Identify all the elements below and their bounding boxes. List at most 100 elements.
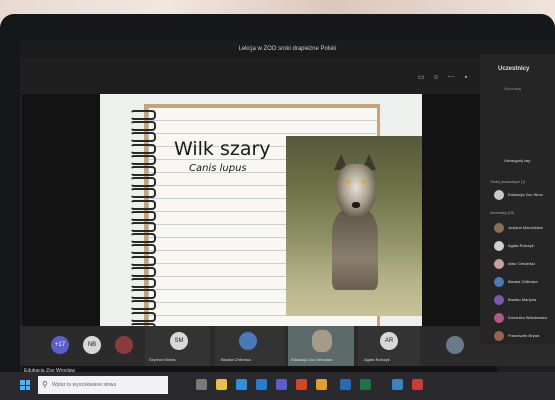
- edge-icon[interactable]: [236, 379, 247, 390]
- avatar: [494, 331, 504, 341]
- participant-list-item[interactable]: Bradko Martyna: [480, 292, 555, 308]
- powerpoint-icon[interactable]: [296, 379, 307, 390]
- wolf-eye: [346, 180, 351, 183]
- participant-tile[interactable]: [440, 326, 470, 366]
- share-invite-button[interactable]: Udostępnij zap: [504, 158, 530, 163]
- participant-list-item[interactable]: Justyna Marcinkiew: [480, 220, 555, 236]
- search-icon: ⚲: [42, 380, 48, 389]
- spiral-ring: [130, 244, 156, 255]
- participant-tile[interactable]: AR Agata Rutczyk: [358, 326, 420, 366]
- slide-subtitle: Canis lupus: [189, 163, 247, 174]
- spiral-ring: [130, 188, 156, 199]
- spiral-ring: [130, 177, 156, 188]
- participant-name: Bradko Martyna: [508, 297, 537, 302]
- taskbar-search-input[interactable]: ⚲ Wpisz tu wyszukiwane słowa: [38, 376, 168, 394]
- avatar: AR: [380, 332, 398, 350]
- spiral-ring: [130, 166, 156, 176]
- avatar: NB: [83, 336, 101, 354]
- spiral-ring: [130, 311, 156, 322]
- participants-strip: +17 NB SM Szymon Motas Bianka Chilinska …: [20, 326, 555, 366]
- windows-start-icon[interactable]: [20, 380, 30, 390]
- participant-name: Bianka Chilinska: [508, 279, 538, 284]
- avatar: [494, 313, 504, 323]
- store-icon[interactable]: [256, 379, 267, 390]
- avatar: [494, 259, 504, 269]
- spiral-ring: [130, 255, 156, 266]
- participant-tile[interactable]: +17: [46, 326, 74, 366]
- spiral-binding: [130, 110, 156, 338]
- spiral-ring: [130, 132, 156, 143]
- participant-name: Agata Rutczyk: [364, 357, 390, 362]
- participant-list-item[interactable]: Bianka Chilinska: [480, 274, 555, 290]
- participant-name: Artur Ciesielski: [508, 261, 535, 266]
- excel-icon[interactable]: [360, 379, 371, 390]
- spiral-ring: [130, 300, 156, 311]
- overflow-count[interactable]: +17: [51, 336, 69, 354]
- wolf-eye: [361, 180, 366, 183]
- spiral-ring: [130, 278, 156, 288]
- people-icon[interactable]: ☺: [432, 74, 440, 82]
- spiral-ring: [130, 222, 156, 232]
- file-explorer-icon[interactable]: [216, 379, 227, 390]
- search-placeholder: Wpisz tu wyszukiwane słowa: [52, 382, 117, 388]
- app-icon[interactable]: [412, 379, 423, 390]
- participant-name: Franciszek Bryws: [508, 333, 540, 338]
- participant-name: Szymon Motas: [149, 357, 176, 362]
- spiral-ring: [130, 199, 156, 210]
- wolf-nose: [352, 202, 360, 208]
- participant-list-item[interactable]: Franciszek Bryws: [480, 328, 555, 344]
- participant-name: Edukacja Zoo Wrocław: [291, 357, 332, 362]
- spiral-ring: [130, 289, 156, 300]
- avatar: [494, 277, 504, 287]
- avatar: [239, 332, 257, 350]
- chat-icon[interactable]: ▭: [417, 74, 425, 82]
- section-attendees: Uczestnicy (23): [490, 211, 515, 215]
- participant-list-item[interactable]: Agata Rutczyk: [480, 238, 555, 254]
- participant-tile[interactable]: NB: [78, 326, 106, 366]
- camera-icon[interactable]: ▪: [462, 74, 470, 82]
- section-presenters: Osoby prowadzące (1): [490, 180, 526, 184]
- avatar: SM: [170, 332, 188, 350]
- panel-search-input[interactable]: Wyszukaj: [504, 86, 521, 91]
- spiral-ring: [130, 233, 156, 244]
- participant-name: Edukacja Zoo Wroc: [508, 192, 543, 197]
- spiral-ring: [130, 266, 156, 277]
- slide: Wilk szary Canis lupus: [100, 94, 422, 341]
- participant-list-item[interactable]: Dominika Wiśniewska: [480, 310, 555, 326]
- mail-icon[interactable]: [392, 379, 403, 390]
- video-person: [312, 330, 332, 352]
- avatar: [446, 336, 464, 354]
- avatar: [494, 223, 504, 233]
- participant-list-item[interactable]: Edukacja Zoo Wroc: [480, 187, 555, 203]
- participant-list-item[interactable]: Artur Ciesielski: [480, 256, 555, 272]
- chrome-icon[interactable]: [316, 379, 327, 390]
- participant-name: Dominika Wiśniewska: [508, 315, 547, 320]
- word-icon[interactable]: [340, 379, 351, 390]
- participant-tile[interactable]: SM Szymon Motas: [145, 326, 210, 366]
- spiral-ring: [130, 110, 156, 120]
- windows-taskbar: ⚲ Wpisz tu wyszukiwane słowa: [0, 372, 555, 400]
- participant-tile[interactable]: Bianka Chilinska: [215, 326, 285, 366]
- participant-name: Bianka Chilinska: [221, 357, 251, 362]
- wolf-photo: [286, 136, 422, 316]
- spiral-ring: [130, 154, 156, 165]
- avatar: [494, 190, 504, 200]
- avatar: [494, 295, 504, 305]
- wolf-head: [336, 164, 376, 216]
- teams-window: Lekcja w ZOO sroki drapieżne Polski Wilk…: [20, 40, 555, 380]
- spiral-ring: [130, 210, 156, 221]
- wolf-body: [332, 210, 378, 290]
- avatar: [494, 241, 504, 251]
- participant-tile[interactable]: [110, 326, 138, 366]
- participant-name: Justyna Marcinkiew: [508, 225, 543, 230]
- teams-icon[interactable]: [276, 379, 287, 390]
- panel-header: Uczestnicy: [498, 66, 530, 72]
- more-icon[interactable]: ⋯: [447, 74, 455, 82]
- participant-name: Agata Rutczyk: [508, 243, 534, 248]
- slide-title: Wilk szary: [174, 138, 271, 160]
- meeting-toolbar: ▭ ☺ ⋯ ▪ ♪: [417, 74, 485, 82]
- task-view-icon[interactable]: [196, 379, 207, 390]
- participant-tile[interactable]: Edukacja Zoo Wrocław: [288, 326, 354, 366]
- participants-panel: Uczestnicy Wyszukaj Udostępnij zap Osoby…: [480, 54, 555, 344]
- spiral-ring: [130, 143, 156, 154]
